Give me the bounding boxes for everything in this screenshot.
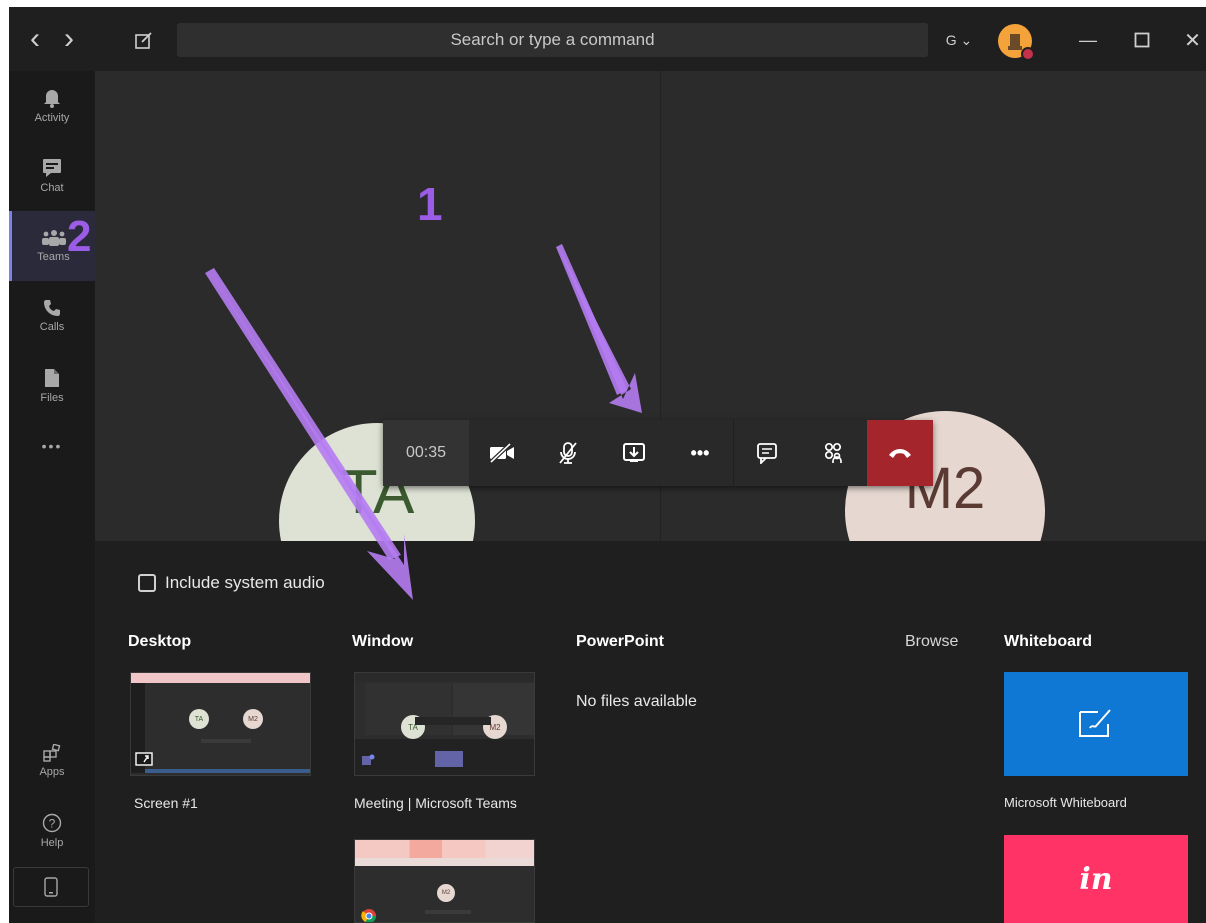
annotation-arrows xyxy=(205,244,642,600)
annotation-arrow-to-share-shaft xyxy=(556,244,627,395)
annotation-arrow-to-tray-shaft xyxy=(205,268,401,560)
teams-window: ‹ › Search or type a command G ⌄ — ✕ Act… xyxy=(9,7,1206,923)
